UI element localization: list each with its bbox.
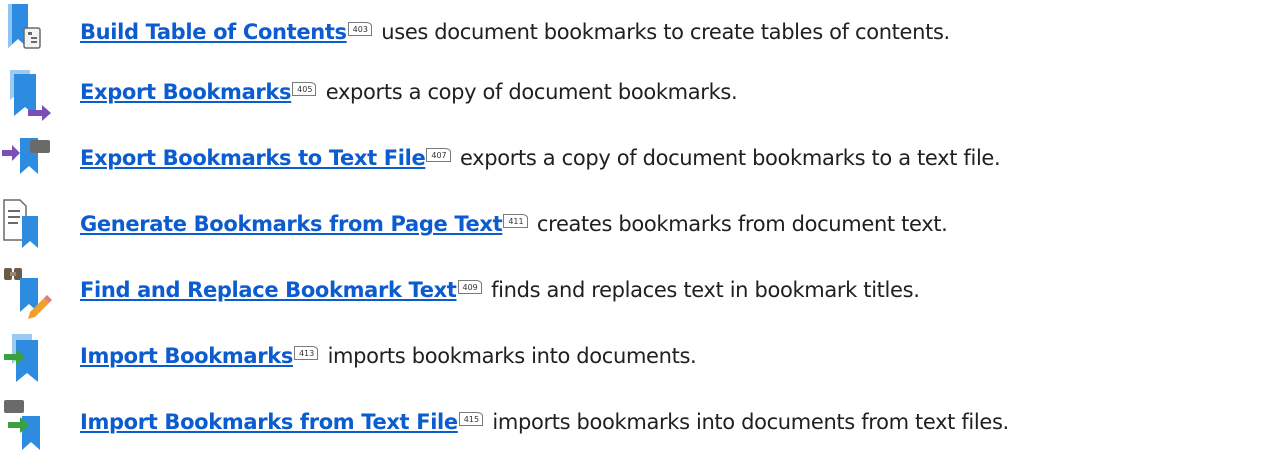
list-item: Import Bookmarks 413 imports bookmarks in… [0,330,1277,396]
generate-bookmarks-link[interactable]: Generate Bookmarks from Page Text [80,212,503,236]
item-description: finds and replaces text in bookmark titl… [484,278,920,302]
list-item: Import Bookmarks from Text File 415 impor… [0,396,1277,462]
list-item: Find and Replace Bookmark Text 409 finds … [0,264,1277,330]
import-text-file-link[interactable]: Import Bookmarks from Text File [80,410,458,434]
list-item: Generate Bookmarks from Page Text 411 cre… [0,198,1277,264]
page-reference: 413 [293,346,319,360]
page-reference: 411 [503,214,528,228]
page-reference: 415 [458,412,484,426]
generate-bookmark-icon [0,198,76,264]
item-line: Generate Bookmarks from Page Text 411 cre… [80,212,948,236]
item-line: Import Bookmarks 413 imports bookmarks in… [80,344,697,368]
page-reference: 403 [347,22,372,36]
import-bookmark-icon [0,330,76,396]
page-reference: 405 [292,82,317,96]
export-bookmarks-link[interactable]: Export Bookmarks [80,80,292,104]
toc-bookmark-icon [0,0,76,66]
item-description: exports a copy of document bookmarks to … [453,146,1001,170]
item-description: imports bookmarks into documents. [321,344,697,368]
import-bookmarks-link[interactable]: Import Bookmarks [80,344,293,368]
find-replace-icon [0,264,76,330]
item-line: Find and Replace Bookmark Text 409 finds … [80,278,920,302]
item-description: creates bookmarks from document text. [530,212,948,236]
list-item: Export Bookmarks 405 exports a copy of do… [0,66,1277,132]
item-line: Export Bookmarks to Text File 407 exports… [80,146,1001,170]
item-line: Build Table of Contents 403 uses document… [80,20,950,44]
import-txt-icon [0,396,76,462]
item-line: Export Bookmarks 405 exports a copy of do… [80,80,738,104]
toc-link[interactable]: Build Table of Contents [80,20,347,44]
item-description: exports a copy of document bookmarks. [319,80,738,104]
export-txt-icon [0,132,76,198]
list-item: Export Bookmarks to Text File 407 exports… [0,132,1277,198]
page-reference: 409 [457,280,482,294]
page-reference: 407 [426,148,451,162]
list-item: Build Table of Contents 403 uses document… [0,0,1277,66]
item-description: imports bookmarks into documents from te… [486,410,1009,434]
item-description: uses document bookmarks to create tables… [374,20,950,44]
find-replace-link[interactable]: Find and Replace Bookmark Text [80,278,457,302]
item-line: Import Bookmarks from Text File 415 impor… [80,410,1009,434]
export-text-file-link[interactable]: Export Bookmarks to Text File [80,146,426,170]
export-bookmark-icon [0,66,76,132]
